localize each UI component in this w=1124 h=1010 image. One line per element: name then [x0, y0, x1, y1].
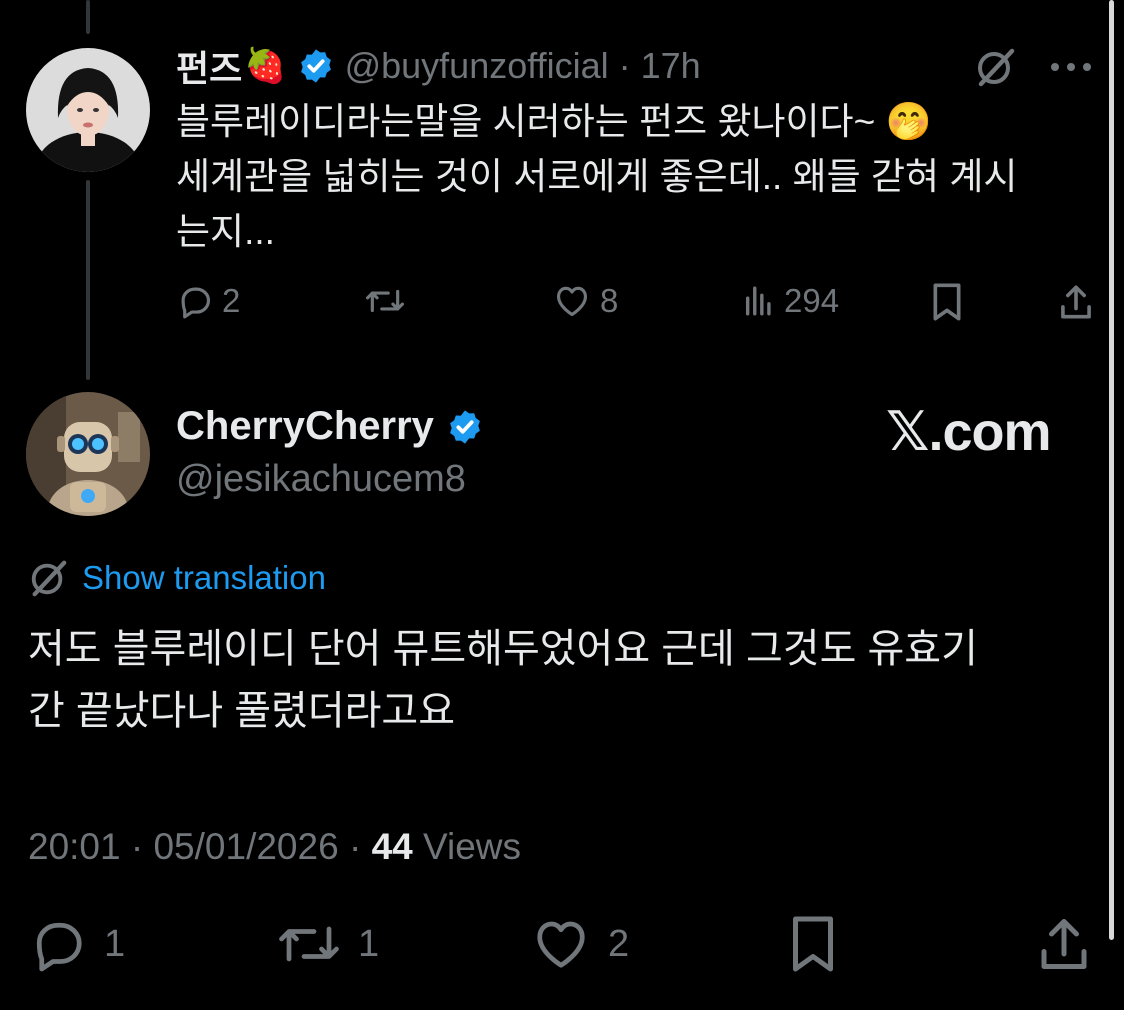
- parent-tweet-text: 블루레이디라는말을 시러하는 펀즈 왔나이다~ 🤭 세계관을 넓히는 것이 서로…: [176, 94, 1076, 259]
- bookmark-icon: [793, 916, 833, 972]
- bookmark-icon: [933, 283, 961, 321]
- parent-handle[interactable]: @buyfunzofficial: [345, 45, 609, 87]
- parent-display-name[interactable]: 펀즈: [176, 40, 242, 92]
- show-translation-label[interactable]: Show translation: [82, 559, 326, 597]
- scrollbar[interactable]: [1109, 0, 1114, 940]
- more-options-button[interactable]: [1050, 62, 1092, 72]
- main-text-line: 간 끝났다나 풀렸더라고요: [28, 689, 456, 733]
- parent-retweet-button[interactable]: [364, 282, 406, 320]
- parent-timestamp[interactable]: 17h: [641, 45, 701, 87]
- tweet-time[interactable]: 20:01: [28, 826, 121, 867]
- like-button[interactable]: 2: [530, 914, 629, 974]
- parent-bookmark-button[interactable]: [930, 282, 964, 322]
- grok-button[interactable]: [974, 46, 1016, 88]
- reply-icon: [181, 287, 211, 319]
- x-com-watermark: 𝕏.com: [886, 402, 1052, 462]
- show-translation-link[interactable]: Show translation: [28, 558, 326, 598]
- separator-dot: ·: [618, 45, 631, 86]
- tweet-metadata: 20:01 · 05/01/2026 · 44 Views: [28, 826, 521, 868]
- main-text-line: 저도 블루레이디 단어 뮤트해두었어요 근데 그것도 유효기: [28, 627, 978, 671]
- reply-button[interactable]: 1: [28, 914, 125, 974]
- like-icon: [556, 286, 588, 317]
- grok-icon: [978, 48, 1015, 87]
- parent-avatar[interactable]: [26, 48, 150, 172]
- parent-like-count: 8: [600, 282, 619, 319]
- retweet-count: 1: [358, 922, 380, 965]
- verified-badge-icon: [300, 49, 331, 83]
- retweet-button[interactable]: 1: [276, 914, 379, 974]
- parent-reply-count: 2: [222, 282, 241, 319]
- like-count: 2: [608, 922, 630, 965]
- views-label: Views: [423, 826, 522, 867]
- parent-views-button[interactable]: 294: [742, 282, 839, 320]
- share-button[interactable]: [1036, 914, 1092, 974]
- parent-tweet-header: 펀즈 🍓 @buyfunzofficial · 17h: [176, 42, 701, 90]
- reply-count: 1: [104, 922, 126, 965]
- like-icon: [537, 921, 585, 968]
- retweet-icon: [366, 289, 404, 313]
- parent-like-button[interactable]: 8: [552, 282, 618, 320]
- author-avatar[interactable]: [26, 392, 150, 516]
- retweet-icon: [279, 926, 339, 962]
- parent-text-line: 는지...: [176, 211, 275, 252]
- parent-text-line: 블루레이디라는말을 시러하는 펀즈 왔나이다~ 🤭: [176, 101, 932, 142]
- reply-icon: [36, 922, 82, 972]
- parent-views-count: 294: [784, 282, 840, 319]
- separator-dot: ·: [130, 826, 144, 867]
- author-display-name[interactable]: CherryCherry: [176, 404, 434, 449]
- author-name-row: CherryCherry: [176, 404, 484, 449]
- views-icon: [745, 286, 771, 316]
- share-icon: [1061, 285, 1091, 319]
- thread-line-top: [86, 0, 90, 34]
- parent-reply-button[interactable]: 2: [176, 282, 240, 320]
- parent-text-line: 세계관을 넓히는 것이 서로에게 좋은데.. 왜들 갇혀 계시: [176, 156, 1018, 197]
- grok-icon: [31, 560, 67, 597]
- bookmark-button[interactable]: [788, 914, 838, 974]
- strawberry-emoji: 🍓: [244, 47, 287, 85]
- parent-share-button[interactable]: [1058, 282, 1094, 322]
- share-icon: [1041, 919, 1087, 969]
- thread-line-connector: [86, 180, 90, 380]
- separator-dot: ·: [348, 826, 362, 867]
- tweet-date[interactable]: 05/01/2026: [153, 826, 338, 867]
- verified-badge-icon: [450, 409, 480, 444]
- main-tweet-text: 저도 블루레이디 단어 뮤트해두었어요 근데 그것도 유효기 간 끝났다나 풀렸…: [28, 618, 1108, 742]
- more-icon: [1051, 63, 1091, 71]
- views-count: 44: [371, 826, 413, 867]
- author-handle[interactable]: @jesikachucem8: [176, 458, 466, 501]
